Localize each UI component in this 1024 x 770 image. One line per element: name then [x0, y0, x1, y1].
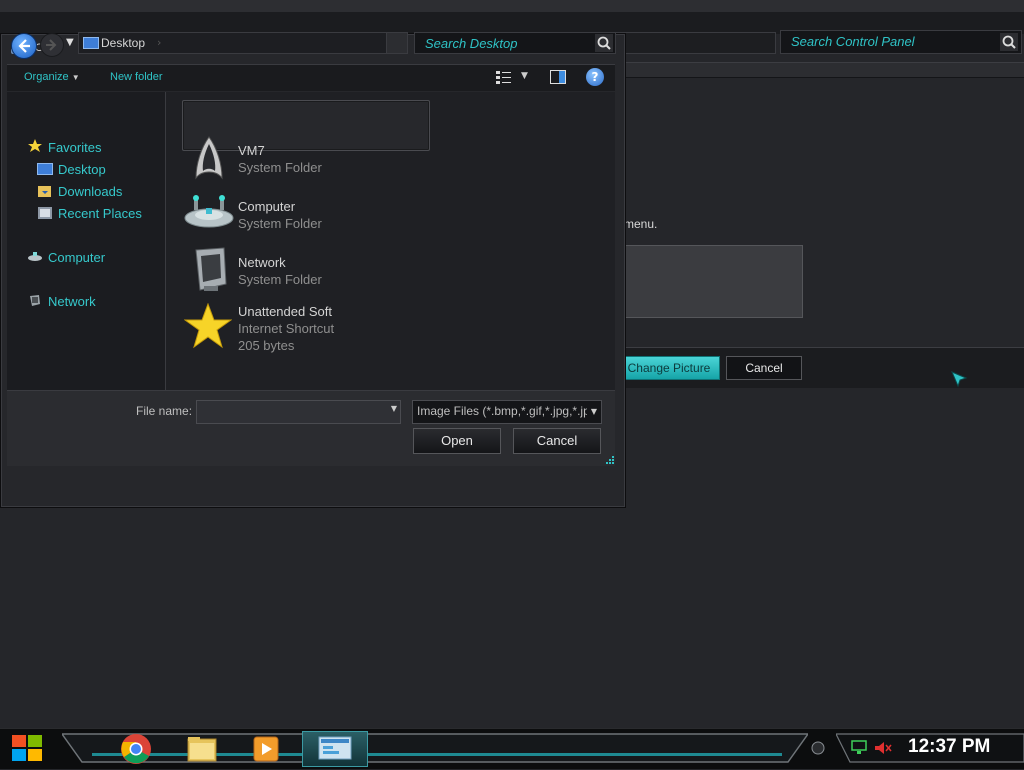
- change-view-icon[interactable]: [496, 70, 512, 84]
- item-name[interactable]: Network: [238, 255, 286, 270]
- computer-icon: [28, 252, 42, 261]
- show-desktop-icon[interactable]: [810, 740, 826, 756]
- nav-desktop[interactable]: Desktop: [58, 162, 106, 177]
- downloads-folder-icon: [38, 186, 51, 197]
- chevron-down-icon[interactable]: ▼: [587, 401, 601, 423]
- starfleet-insignia-icon: [195, 136, 223, 180]
- item-type: System Folder: [238, 272, 322, 287]
- picture-preview-box: [622, 245, 803, 318]
- nav-network[interactable]: Network: [48, 294, 96, 309]
- nav-downloads[interactable]: Downloads: [58, 184, 122, 199]
- network-status-icon[interactable]: [850, 740, 868, 756]
- navigation-pane: [7, 92, 166, 390]
- resize-grip-icon[interactable]: [606, 456, 614, 464]
- mouse-cursor-icon: [951, 371, 968, 388]
- change-picture-button[interactable]: Change Picture: [618, 356, 720, 380]
- recent-locations-dropdown[interactable]: ▼: [66, 37, 74, 48]
- nav-recent-places[interactable]: Recent Places: [58, 206, 142, 221]
- help-icon[interactable]: ?: [586, 68, 604, 86]
- views-dropdown-icon[interactable]: ▼: [521, 71, 528, 81]
- taskbar-track: [62, 733, 808, 763]
- address-bar[interactable]: Desktop ›: [78, 32, 408, 54]
- control-panel-command-bar: [610, 62, 1024, 78]
- back-arrow-icon: [18, 39, 30, 53]
- control-panel-address-bar[interactable]: [610, 32, 776, 54]
- new-folder-button[interactable]: New folder: [110, 71, 163, 83]
- open-button[interactable]: Open: [413, 428, 501, 454]
- control-panel-icon: [318, 736, 352, 760]
- nav-computer[interactable]: Computer: [48, 250, 105, 265]
- nav-favorites[interactable]: Favorites: [48, 140, 101, 155]
- forward-button[interactable]: [40, 33, 64, 57]
- search-icon[interactable]: [595, 34, 613, 52]
- file-name-label: File name:: [136, 404, 193, 418]
- chevron-right-icon[interactable]: ›: [157, 36, 161, 49]
- item-name[interactable]: Computer: [238, 199, 295, 214]
- chevron-down-icon[interactable]: ▼: [391, 404, 397, 413]
- organize-label: Organize: [24, 71, 69, 83]
- organize-menu[interactable]: Organize ▼: [24, 71, 80, 83]
- favorites-star-icon: [28, 139, 42, 152]
- cancel-button[interactable]: Cancel: [513, 428, 601, 454]
- item-name[interactable]: Unattended Soft: [238, 304, 332, 319]
- control-panel-cancel-button[interactable]: Cancel: [726, 356, 802, 380]
- item-type: System Folder: [238, 160, 322, 175]
- computer-icon: [184, 195, 234, 228]
- volume-muted-icon[interactable]: [874, 741, 892, 755]
- network-icon: [195, 247, 227, 291]
- address-dropdown-button[interactable]: [386, 33, 407, 53]
- file-name-input[interactable]: ▼: [196, 400, 401, 424]
- file-explorer-icon[interactable]: [184, 733, 220, 765]
- preview-pane-icon[interactable]: [550, 70, 566, 84]
- control-panel-description-text: menu.: [624, 217, 658, 231]
- back-button[interactable]: [11, 33, 37, 59]
- chevron-down-icon: ▼: [71, 73, 80, 82]
- forward-arrow-icon: [46, 39, 57, 51]
- media-player-icon[interactable]: [248, 733, 284, 765]
- dialog-search-input[interactable]: Search Desktop: [414, 32, 616, 54]
- file-type-select[interactable]: Image Files (*.bmp,*.gif,*.jpg,*.jpeg,*.…: [412, 400, 602, 424]
- address-text: Desktop: [101, 36, 146, 50]
- item-name[interactable]: VM7: [238, 143, 265, 158]
- start-button[interactable]: [10, 733, 44, 763]
- network-icon: [30, 295, 40, 306]
- desktop-folder-icon: [83, 37, 99, 49]
- item-type: Internet Shortcut: [238, 321, 335, 336]
- taskbar-clock[interactable]: 12:37 PM: [908, 736, 990, 758]
- search-icon[interactable]: [1000, 33, 1018, 51]
- chrome-icon[interactable]: [118, 733, 154, 765]
- star-icon: [184, 303, 232, 349]
- control-panel-search-input[interactable]: Search Control Panel: [780, 30, 1022, 54]
- dialog-search-placeholder: Search Desktop: [425, 36, 518, 51]
- control-panel-search-placeholder: Search Control Panel: [791, 34, 915, 49]
- recent-places-icon: [38, 207, 52, 219]
- item-type: System Folder: [238, 216, 322, 231]
- file-type-value: Image Files (*.bmp,*.gif,*.jpg,*.jpeg,*.…: [417, 404, 601, 418]
- taskbar-active-app[interactable]: [302, 731, 368, 767]
- item-size: 205 bytes: [238, 338, 295, 353]
- desktop-icon: [37, 163, 53, 175]
